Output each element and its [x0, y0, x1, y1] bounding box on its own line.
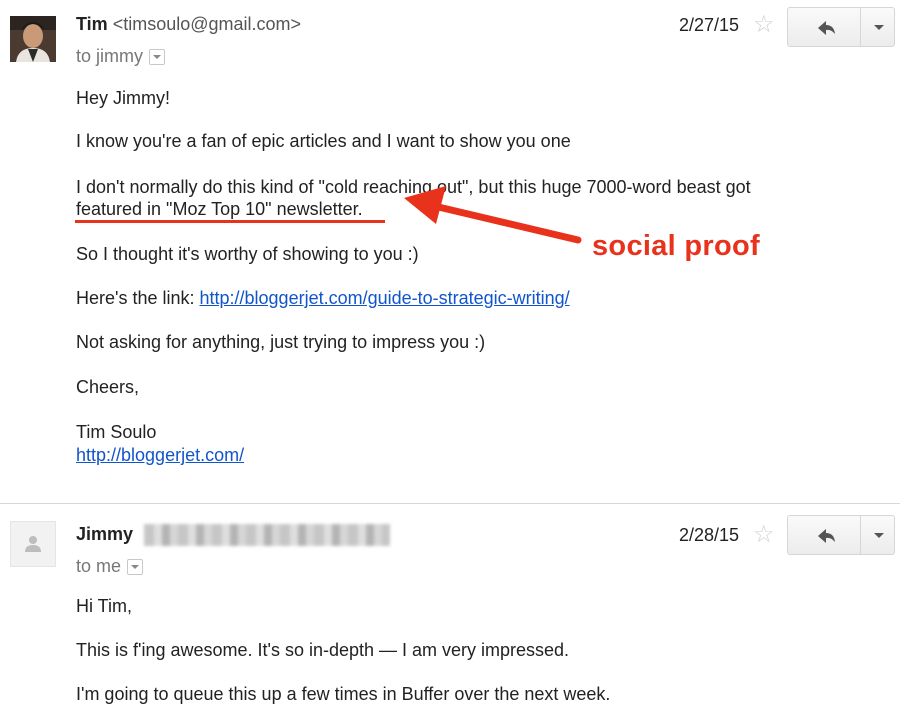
reply-button[interactable] — [787, 515, 861, 555]
message-divider — [0, 503, 900, 504]
recipient-label: to me — [76, 556, 122, 576]
annotation-arrow — [404, 186, 582, 244]
more-options-button[interactable] — [860, 515, 895, 555]
reply-button-group — [787, 515, 895, 555]
star-outline-icon[interactable]: ☆ — [753, 520, 775, 549]
annotation-label: social proof — [592, 230, 760, 262]
body-paragraph-2: I'm going to queue this up a few times i… — [76, 684, 611, 704]
reply-arrow-icon — [818, 529, 835, 543]
body-greeting: Hi Tim, — [76, 596, 132, 616]
body-paragraph-1: This is f'ing awesome. It's so in-depth … — [76, 640, 570, 660]
sender-avatar-placeholder[interactable] — [10, 521, 56, 567]
recipient-line: to me — [76, 556, 144, 577]
message-date: 2/28/15 — [679, 525, 740, 545]
sender-line: Jimmy — [76, 524, 133, 545]
details-dropdown-icon[interactable] — [127, 559, 144, 576]
person-silhouette-icon — [25, 536, 41, 552]
sender-name: Jimmy — [76, 524, 134, 544]
redacted-email — [144, 524, 390, 546]
